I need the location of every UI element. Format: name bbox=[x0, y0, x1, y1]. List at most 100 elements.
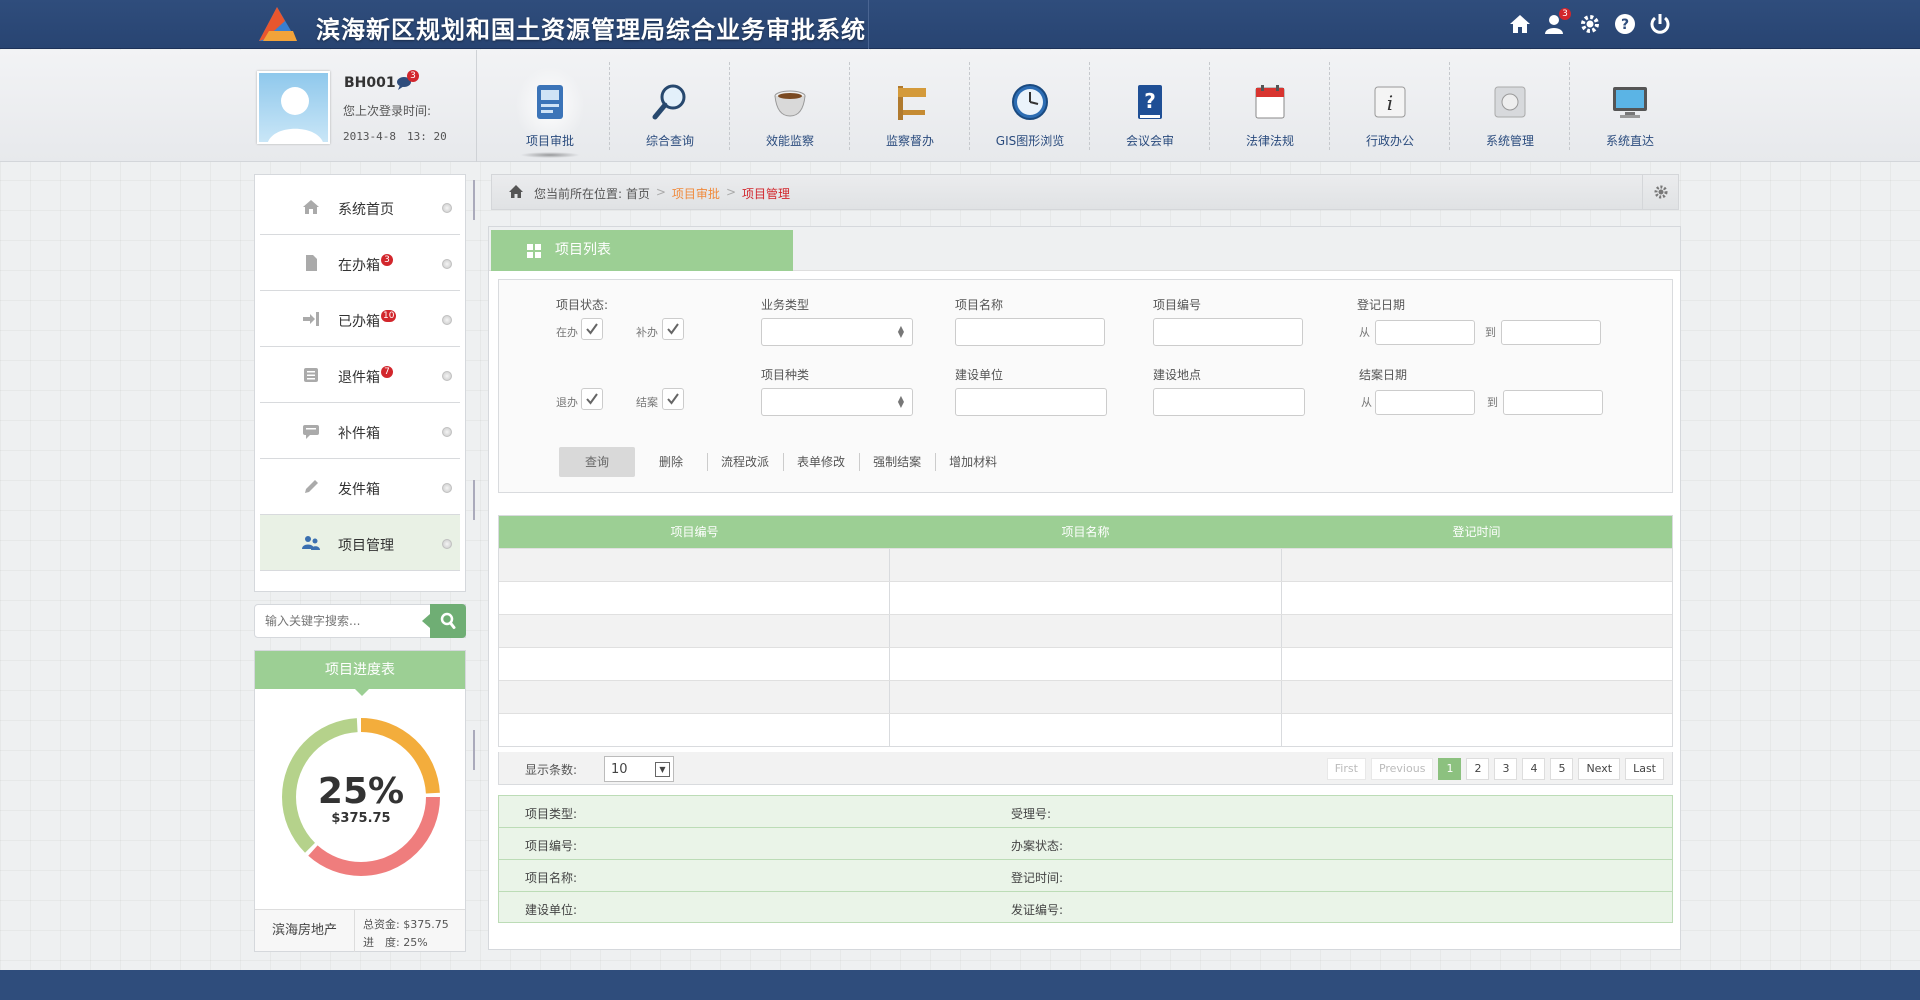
column-header[interactable]: 项目名称 bbox=[890, 516, 1281, 548]
builder-input[interactable] bbox=[955, 388, 1107, 416]
site-input[interactable] bbox=[1153, 388, 1305, 416]
add-material-button[interactable]: 增加材料 bbox=[935, 447, 1011, 477]
nav-system-direct[interactable]: 系统直达 bbox=[1570, 50, 1690, 162]
table-row[interactable] bbox=[499, 548, 1672, 581]
nav-label: 会议会审 bbox=[1125, 134, 1174, 148]
search-button[interactable] bbox=[422, 604, 466, 638]
business-type-select[interactable]: ▲ ▼ bbox=[761, 318, 913, 346]
scroll-handle[interactable] bbox=[473, 480, 478, 520]
nav-system-management[interactable]: 系统管理 bbox=[1450, 50, 1570, 162]
page-size-select[interactable]: 10 ▼ bbox=[604, 756, 674, 782]
sidebar-item-outbox[interactable]: 发件箱 bbox=[260, 459, 460, 515]
updown-arrow-icon: ▲ ▼ bbox=[897, 324, 904, 339]
sidebar-item-done[interactable]: 已办箱 10 bbox=[260, 291, 460, 347]
reroute-button[interactable]: 流程改派 bbox=[707, 447, 783, 477]
first-page-button[interactable]: First bbox=[1326, 758, 1366, 780]
nav-general-query[interactable]: 综合查询 bbox=[610, 50, 730, 162]
nav-efficiency-supervision[interactable]: 效能监察 bbox=[730, 50, 850, 162]
table-body bbox=[499, 548, 1672, 746]
table-row[interactable] bbox=[499, 680, 1672, 713]
checkbox-in-progress[interactable] bbox=[581, 318, 603, 340]
header-divider bbox=[868, 0, 869, 49]
sidebar-item-project-management[interactable]: 项目管理 bbox=[260, 515, 460, 571]
delete-button[interactable]: 删除 bbox=[645, 447, 697, 477]
table-cell bbox=[499, 549, 891, 581]
table-cell bbox=[1282, 681, 1672, 713]
breadcrumb-prefix[interactable]: 您当前所在位置: 首页 bbox=[534, 185, 650, 202]
sidebar-item-returned[interactable]: 退件箱 7 bbox=[260, 347, 460, 403]
breadcrumb-level1[interactable]: 项目审批 bbox=[672, 185, 720, 202]
close-date-from-input[interactable] bbox=[1375, 390, 1475, 415]
project-no-input[interactable] bbox=[1153, 318, 1303, 346]
table-cell bbox=[890, 582, 1282, 614]
detail-label: 建设单位: bbox=[525, 903, 578, 917]
detail-row: 项目编号: 办案状态: bbox=[499, 828, 1672, 860]
query-button[interactable]: 查询 bbox=[559, 447, 636, 477]
table-cell bbox=[1282, 549, 1672, 581]
nav-meeting-review[interactable]: ? 会议会审 bbox=[1090, 50, 1210, 162]
help-icon[interactable]: ? bbox=[1613, 12, 1637, 36]
force-close-button[interactable]: 强制结案 bbox=[859, 447, 935, 477]
next-page-button[interactable]: Next bbox=[1578, 758, 1621, 780]
table-cell bbox=[1282, 582, 1672, 614]
sidebar-item-in-progress[interactable]: 在办箱 3 bbox=[260, 235, 460, 291]
home-icon[interactable] bbox=[508, 184, 524, 200]
breadcrumb-settings-button[interactable] bbox=[1642, 175, 1678, 209]
checkbox-closed[interactable] bbox=[662, 388, 684, 410]
table-row[interactable] bbox=[499, 713, 1672, 746]
user-message-icon[interactable]: 3 bbox=[1543, 8, 1571, 36]
close-date-to-input[interactable] bbox=[1503, 390, 1603, 415]
from-label: 从 bbox=[1361, 396, 1372, 409]
home-icon[interactable] bbox=[1508, 12, 1532, 36]
table-cell bbox=[499, 681, 891, 713]
user-silhouette-icon bbox=[268, 87, 323, 142]
detail-label: 项目编号: bbox=[525, 839, 578, 853]
edit-form-button[interactable]: 表单修改 bbox=[783, 447, 859, 477]
nav-project-approval[interactable]: 项目审批 bbox=[490, 50, 610, 162]
nav-laws-regulations[interactable]: 法律法规 bbox=[1210, 50, 1330, 162]
breadcrumb-separator: > bbox=[725, 185, 736, 199]
page-button[interactable]: 2 bbox=[1466, 758, 1490, 780]
table-cell bbox=[890, 648, 1282, 680]
power-icon[interactable] bbox=[1648, 12, 1672, 36]
sidebar-item-label: 退件箱 bbox=[338, 370, 380, 386]
scroll-handle[interactable] bbox=[473, 180, 478, 220]
pencil-icon bbox=[305, 480, 318, 493]
page-button[interactable]: 4 bbox=[1522, 758, 1546, 780]
table-row[interactable] bbox=[499, 647, 1672, 680]
sidebar-item-home[interactable]: 系统首页 bbox=[260, 179, 460, 235]
table-row[interactable] bbox=[499, 581, 1672, 614]
last-login-time: 2013-4-8 13: 20 bbox=[343, 130, 447, 143]
checkbox-returned[interactable] bbox=[581, 388, 603, 410]
checkbox-label: 在办 bbox=[556, 326, 578, 339]
last-page-button[interactable]: Last bbox=[1625, 758, 1664, 780]
tab-project-list[interactable]: 项目列表 bbox=[491, 230, 793, 271]
clock-globe-icon bbox=[1012, 84, 1048, 120]
system-icon bbox=[1494, 86, 1526, 118]
nav-administration[interactable]: i 行政办公 bbox=[1330, 50, 1450, 162]
settings-icon[interactable] bbox=[1578, 12, 1602, 36]
chat-bubble-icon[interactable]: 3 bbox=[396, 70, 419, 92]
checkbox-supplement[interactable] bbox=[662, 318, 684, 340]
project-kind-select[interactable]: ▲ ▼ bbox=[761, 388, 913, 416]
sidebar-item-label: 项目管理 bbox=[338, 538, 394, 554]
reg-date-to-input[interactable] bbox=[1501, 320, 1601, 345]
table-row[interactable] bbox=[499, 614, 1672, 647]
status-dot bbox=[442, 427, 452, 437]
reg-date-from-input[interactable] bbox=[1375, 320, 1475, 345]
page-button[interactable]: 3 bbox=[1494, 758, 1518, 780]
previous-page-button[interactable]: Previous bbox=[1370, 758, 1434, 780]
page-button[interactable]: 1 bbox=[1438, 758, 1462, 780]
scroll-handle[interactable] bbox=[473, 730, 478, 770]
nav-supervision-handling[interactable]: 监察督办 bbox=[850, 50, 970, 162]
business-type-label: 业务类型 bbox=[761, 298, 810, 312]
nav-gis-browse[interactable]: GIS图形浏览 bbox=[970, 50, 1090, 162]
project-name-input[interactable] bbox=[955, 318, 1105, 346]
table-cell bbox=[499, 582, 891, 614]
progress-percent: 25% bbox=[317, 771, 405, 812]
column-header[interactable]: 项目编号 bbox=[499, 516, 890, 548]
page-button[interactable]: 5 bbox=[1550, 758, 1574, 780]
avatar[interactable] bbox=[257, 71, 330, 144]
column-header[interactable]: 登记时间 bbox=[1281, 516, 1672, 548]
sidebar-item-supplement[interactable]: 补件箱 bbox=[260, 403, 460, 459]
